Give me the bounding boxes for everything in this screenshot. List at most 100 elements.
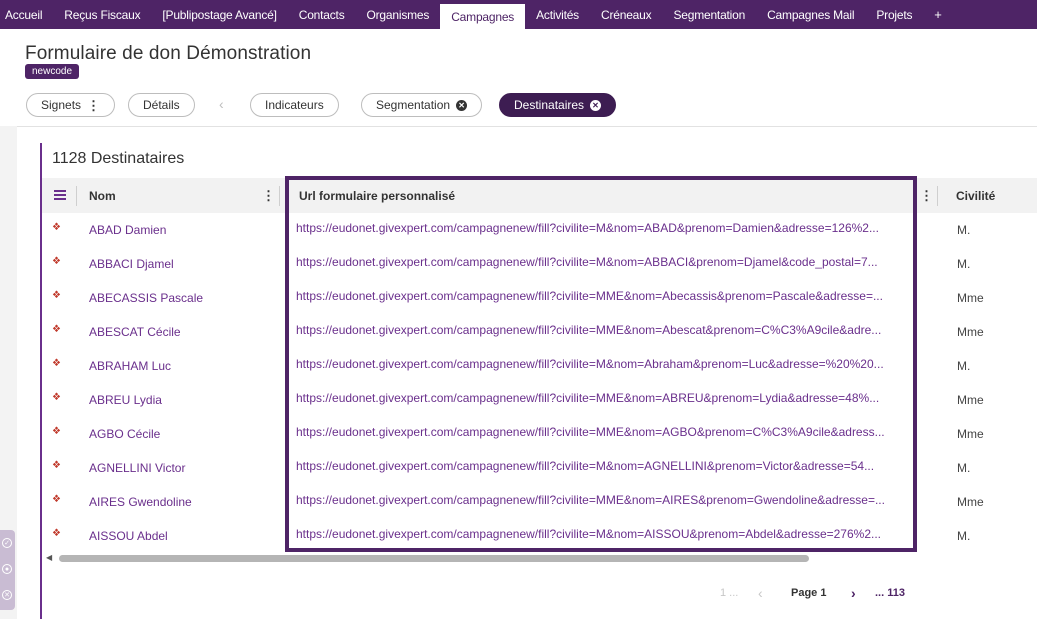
chevron-left-icon[interactable]: ‹	[758, 585, 763, 601]
cell-url[interactable]: https://eudonet.givexpert.com/campagnene…	[296, 391, 916, 405]
cell-nom[interactable]: ABRAHAM Luc	[89, 359, 171, 373]
cell-url[interactable]: https://eudonet.givexpert.com/campagnene…	[296, 289, 916, 303]
nav-item-campagnes[interactable]: Campagnes	[440, 4, 526, 29]
destinataires-panel: 1128 Destinataires Nom ⋮ Url formulaire …	[40, 143, 1037, 619]
cell-nom[interactable]: ABREU Lydia	[89, 393, 162, 407]
nav-item-publipostage[interactable]: [Publipostage Avancé]	[151, 0, 287, 29]
diamond-icon[interactable]: ❖	[52, 529, 61, 539]
cell-civilite: M.	[957, 461, 971, 475]
cell-url[interactable]: https://eudonet.givexpert.com/campagnene…	[296, 527, 916, 541]
tab-destinataires-label: Destinataires	[514, 98, 585, 112]
chevron-right-icon[interactable]: ›	[851, 585, 856, 601]
pager-last[interactable]: ... 113	[875, 586, 905, 600]
table-row[interactable]: ❖ AIRES Gwendoline https://eudonet.givex…	[42, 485, 1037, 519]
nav-item-campagnes-mail[interactable]: Campagnes Mail	[756, 0, 865, 29]
tab-segmentation-label: Segmentation	[376, 98, 451, 112]
tab-indicateurs-label: Indicateurs	[265, 98, 324, 112]
table-row[interactable]: ❖ ABBACI Djamel https://eudonet.givexper…	[42, 247, 1037, 281]
cell-civilite: M.	[957, 223, 971, 237]
table-row[interactable]: ❖ AISSOU Abdel https://eudonet.givexpert…	[42, 519, 1037, 553]
tab-details-label: Détails	[143, 98, 180, 112]
diamond-icon[interactable]: ❖	[52, 291, 61, 301]
scroll-left-icon[interactable]: ◀	[46, 553, 52, 562]
diamond-icon[interactable]: ❖	[52, 393, 61, 403]
check-icon[interactable]: ✓	[2, 538, 12, 548]
cell-url[interactable]: https://eudonet.givexpert.com/campagnene…	[296, 425, 916, 439]
tab-details[interactable]: Détails	[128, 93, 195, 117]
cell-civilite: Mme	[957, 291, 984, 305]
table-row[interactable]: ❖ ABESCAT Cécile https://eudonet.givexpe…	[42, 315, 1037, 349]
diamond-icon[interactable]: ❖	[52, 461, 61, 471]
column-header-nom[interactable]: Nom	[89, 178, 116, 213]
pager-current: Page 1	[791, 587, 827, 599]
table-row[interactable]: ❖ ABREU Lydia https://eudonet.givexpert.…	[42, 383, 1037, 417]
cell-nom[interactable]: AIRES Gwendoline	[89, 495, 192, 509]
nav-item-recus-fiscaux[interactable]: Reçus Fiscaux	[53, 0, 151, 29]
cell-nom[interactable]: AGBO Cécile	[89, 427, 160, 441]
cell-nom[interactable]: ABESCAT Cécile	[89, 325, 181, 339]
cell-url[interactable]: https://eudonet.givexpert.com/campagnene…	[296, 493, 916, 507]
nav-item-organismes[interactable]: Organismes	[356, 0, 441, 29]
header-divider	[17, 126, 1037, 127]
cell-civilite: Mme	[957, 393, 984, 407]
nav-item-accueil[interactable]: Accueil	[0, 0, 53, 29]
cell-civilite: Mme	[957, 325, 984, 339]
cell-url[interactable]: https://eudonet.givexpert.com/campagnene…	[296, 221, 916, 235]
tab-signets[interactable]: Signets ⋮	[26, 93, 116, 117]
horizontal-scrollbar[interactable]: ◀	[46, 553, 1036, 563]
table-row[interactable]: ❖ AGBO Cécile https://eudonet.givexpert.…	[42, 417, 1037, 451]
cell-civilite: M.	[957, 529, 971, 543]
side-tools: ✓ ● ✕	[0, 530, 15, 610]
cell-url[interactable]: https://eudonet.givexpert.com/campagnene…	[296, 255, 916, 269]
nav-item-contacts[interactable]: Contacts	[288, 0, 356, 29]
cell-url[interactable]: https://eudonet.givexpert.com/campagnene…	[296, 357, 916, 371]
pager-first[interactable]: 1 ...	[720, 586, 738, 600]
cell-civilite: M.	[957, 257, 971, 271]
nav-add-button[interactable]: +	[923, 0, 952, 29]
tab-destinataires[interactable]: Destinataires ✕	[499, 93, 617, 117]
close-icon[interactable]: ✕	[456, 99, 468, 111]
cell-nom[interactable]: ABAD Damien	[89, 223, 166, 237]
table-row[interactable]: ❖ ABAD Damien https://eudonet.givexpert.…	[42, 213, 1037, 247]
table-row[interactable]: ❖ AGNELLINI Victor https://eudonet.givex…	[42, 451, 1037, 485]
panel-title: 1128 Destinataires	[52, 150, 185, 167]
tab-segmentation[interactable]: Segmentation ✕	[361, 93, 483, 117]
tab-signets-label: Signets	[41, 98, 82, 112]
cell-nom[interactable]: ABBACI Djamel	[89, 257, 174, 271]
diamond-icon[interactable]: ❖	[52, 427, 61, 437]
eye-icon[interactable]: ●	[2, 564, 12, 574]
nav-item-activites[interactable]: Activités	[525, 0, 590, 29]
scrollbar-thumb[interactable]	[59, 555, 809, 562]
kebab-icon[interactable]: ⋮	[87, 99, 100, 112]
chevron-left-icon[interactable]: ‹	[219, 96, 224, 112]
cell-civilite: M.	[957, 359, 971, 373]
table-row[interactable]: ❖ ABRAHAM Luc https://eudonet.givexpert.…	[42, 349, 1037, 383]
nav-item-creneaux[interactable]: Créneaux	[590, 0, 662, 29]
cell-civilite: Mme	[957, 427, 984, 441]
list-icon[interactable]	[54, 190, 66, 200]
page-title: Formulaire de don Démonstration	[25, 43, 312, 64]
diamond-icon[interactable]: ❖	[52, 257, 61, 267]
diamond-icon[interactable]: ❖	[52, 223, 61, 233]
nav-item-segmentation[interactable]: Segmentation	[662, 0, 756, 29]
top-nav: Accueil Reçus Fiscaux [Publipostage Avan…	[0, 0, 1037, 29]
tab-indicateurs[interactable]: Indicateurs	[250, 93, 339, 117]
diamond-icon[interactable]: ❖	[52, 325, 61, 335]
close-icon[interactable]: ✕	[590, 99, 602, 111]
cell-civilite: Mme	[957, 495, 984, 509]
cell-nom[interactable]: AGNELLINI Victor	[89, 461, 185, 475]
nav-item-projets[interactable]: Projets	[865, 0, 923, 29]
code-badge: newcode	[25, 64, 80, 79]
kebab-icon[interactable]: ⋮	[262, 178, 275, 213]
table-row[interactable]: ❖ ABECASSIS Pascale https://eudonet.give…	[42, 281, 1037, 315]
cell-url[interactable]: https://eudonet.givexpert.com/campagnene…	[296, 323, 916, 337]
close-circle-icon[interactable]: ✕	[2, 590, 12, 600]
cell-nom[interactable]: ABECASSIS Pascale	[89, 291, 203, 305]
cell-url[interactable]: https://eudonet.givexpert.com/campagnene…	[296, 459, 916, 473]
diamond-icon[interactable]: ❖	[52, 495, 61, 505]
kebab-icon[interactable]: ⋮	[920, 178, 933, 213]
diamond-icon[interactable]: ❖	[52, 359, 61, 369]
column-header-url[interactable]: Url formulaire personnalisé	[299, 178, 455, 213]
column-header-civilite[interactable]: Civilité	[956, 178, 995, 213]
cell-nom[interactable]: AISSOU Abdel	[89, 529, 168, 543]
